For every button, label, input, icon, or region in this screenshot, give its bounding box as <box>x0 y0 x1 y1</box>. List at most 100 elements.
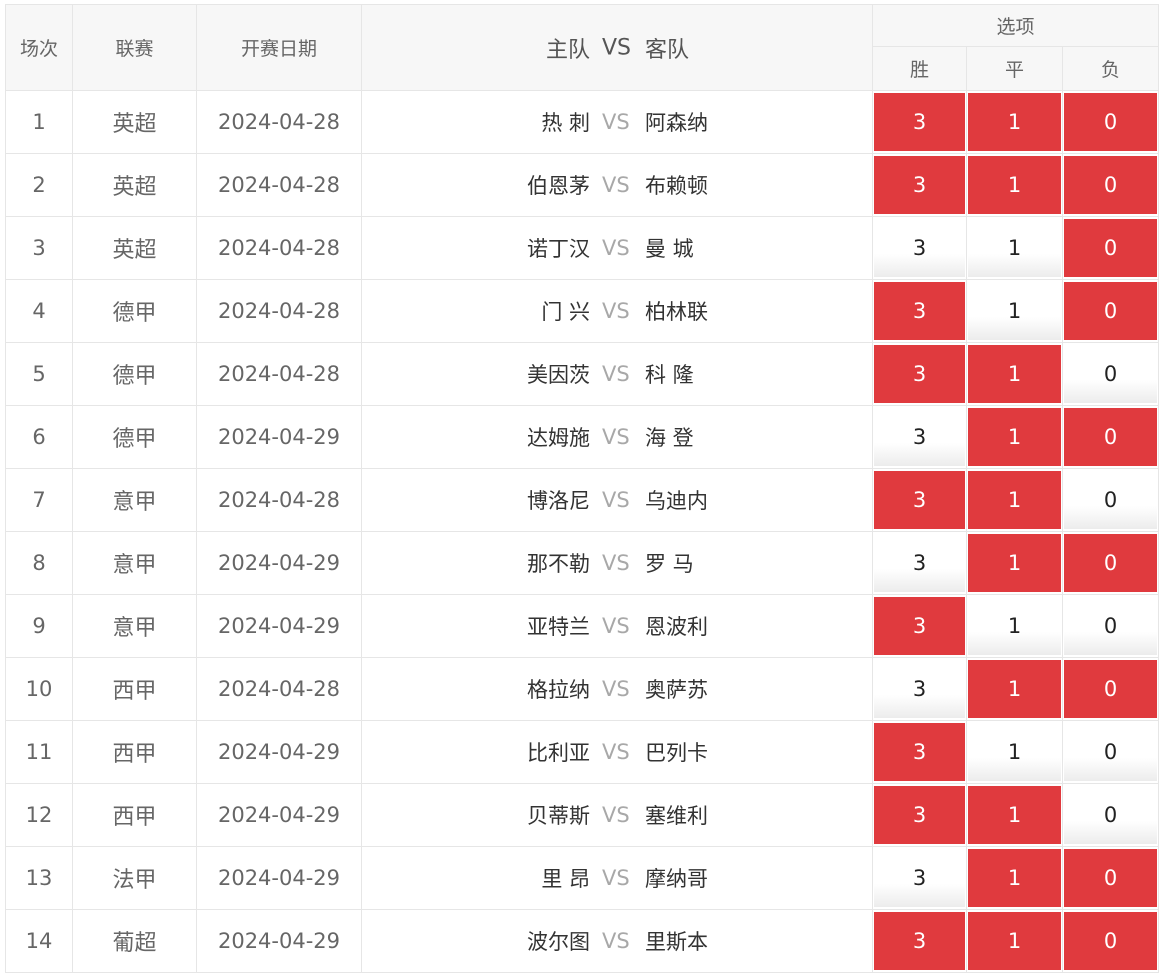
win-option-button[interactable]: 3 <box>874 660 965 718</box>
option-cell: 3 <box>872 468 967 532</box>
win-option-button[interactable]: 3 <box>874 849 965 907</box>
draw-option-button[interactable]: 1 <box>968 93 1061 151</box>
option-cell: 3 <box>872 279 967 343</box>
lose-option-button[interactable]: 0 <box>1064 849 1158 907</box>
lose-option-button[interactable]: 0 <box>1064 912 1158 970</box>
match-row: 12 西甲 2024-04-29 贝蒂斯 VS 塞维利 3 1 0 <box>5 783 1160 847</box>
round-number: 10 <box>5 657 73 721</box>
round-number: 7 <box>5 468 73 532</box>
away-team: 摩纳哥 <box>645 867 708 891</box>
option-cell: 0 <box>1061 279 1160 343</box>
match-row: 1 英超 2024-04-28 热 刺 VS 阿森纳 3 1 0 <box>5 90 1160 154</box>
option-cell: 0 <box>1061 216 1160 280</box>
lose-option-button[interactable]: 0 <box>1064 408 1158 466</box>
league-name: 葡超 <box>72 909 197 973</box>
league-name: 德甲 <box>72 405 197 469</box>
home-team: 诺丁汉 <box>527 237 590 261</box>
vs-label: VS <box>602 803 630 827</box>
match-row: 6 德甲 2024-04-29 达姆施 VS 海 登 310 <box>5 405 1160 469</box>
option-cell: 1 <box>966 909 1063 973</box>
away-team-header: 客队 <box>645 37 690 63</box>
option-cell: 0 <box>1061 846 1160 910</box>
draw-option-button[interactable]: 1 <box>968 660 1061 718</box>
league-name: 法甲 <box>72 846 197 910</box>
win-option-button[interactable]: 3 <box>874 723 965 781</box>
match-date: 2024-04-28 <box>196 468 362 532</box>
draw-option-button[interactable]: 1 <box>968 597 1061 655</box>
win-option-button[interactable]: 3 <box>874 282 965 340</box>
home-team-header: 主队 <box>545 37 590 63</box>
win-option-button[interactable]: 3 <box>874 534 965 592</box>
match-date: 2024-04-29 <box>196 783 362 847</box>
draw-option-button[interactable]: 1 <box>968 471 1061 529</box>
draw-option-button[interactable]: 1 <box>968 723 1061 781</box>
match-date: 2024-04-29 <box>196 846 362 910</box>
lose-option-button[interactable]: 0 <box>1064 282 1158 340</box>
league-name: 德甲 <box>72 342 197 406</box>
lose-option-button[interactable]: 0 <box>1064 534 1158 592</box>
option-cell: 1 <box>966 279 1063 343</box>
win-option-button[interactable]: 3 <box>874 786 965 844</box>
draw-option-button[interactable]: 1 <box>968 786 1061 844</box>
option-cell: 1 <box>966 720 1063 784</box>
option-cell: 1 <box>966 594 1063 658</box>
win-option-button[interactable]: 3 <box>874 912 965 970</box>
match-table: 场次 联赛 开赛日期 主队 VS 客队 选项 胜 平 负 1 英超 2024-04-… <box>5 4 1160 973</box>
home-team: 亚特兰 <box>527 615 590 639</box>
draw-option-button[interactable]: 1 <box>968 219 1061 277</box>
draw-option-button[interactable]: 1 <box>968 345 1061 403</box>
option-cell: 1 <box>966 90 1063 154</box>
home-team: 美因茨 <box>527 363 590 387</box>
option-cell: 0 <box>1061 468 1160 532</box>
away-team: 布赖顿 <box>645 174 708 198</box>
lose-option-button[interactable]: 0 <box>1064 723 1158 781</box>
lose-option-button[interactable]: 0 <box>1064 660 1158 718</box>
home-team: 博洛尼 <box>527 489 590 513</box>
lose-option-button[interactable]: 0 <box>1064 93 1158 151</box>
win-option-button[interactable]: 3 <box>874 471 965 529</box>
win-option-button[interactable]: 3 <box>874 345 965 403</box>
option-cell: 1 <box>966 657 1063 721</box>
draw-option-button[interactable]: 1 <box>968 156 1061 214</box>
away-team: 曼 城 <box>645 237 694 261</box>
date-header: 开赛日期 <box>196 4 362 91</box>
lose-option-button[interactable]: 0 <box>1064 219 1158 277</box>
vs-label: VS <box>602 110 630 134</box>
option-cell: 3 <box>872 594 967 658</box>
round-number: 9 <box>5 594 73 658</box>
teams-cell: 贝蒂斯 VS 塞维利 <box>361 783 873 847</box>
league-name: 英超 <box>72 90 197 154</box>
option-cell: 3 <box>872 909 967 973</box>
lose-option-button[interactable]: 0 <box>1064 156 1158 214</box>
option-cell: 0 <box>1061 531 1160 595</box>
vs-header: VS <box>602 35 632 60</box>
win-option-button[interactable]: 3 <box>874 156 965 214</box>
match-table-container: 场次 联赛 开赛日期 主队 VS 客队 选项 胜 平 负 1 英超 2024-04-… <box>5 4 1160 973</box>
win-option-button[interactable]: 3 <box>874 597 965 655</box>
option-cell: 0 <box>1061 720 1160 784</box>
match-date: 2024-04-29 <box>196 405 362 469</box>
round-number: 13 <box>5 846 73 910</box>
lose-option-button[interactable]: 0 <box>1064 597 1158 655</box>
win-option-button[interactable]: 3 <box>874 219 965 277</box>
draw-option-button[interactable]: 1 <box>968 408 1061 466</box>
lose-option-button[interactable]: 0 <box>1064 345 1158 403</box>
options-header: 选项 <box>871 4 1160 47</box>
vs-label: VS <box>602 929 630 953</box>
draw-option-button[interactable]: 1 <box>968 534 1061 592</box>
home-team: 那不勒 <box>527 552 590 576</box>
away-team: 柏林联 <box>645 300 708 324</box>
lose-option-button[interactable]: 0 <box>1064 471 1158 529</box>
win-option-button[interactable]: 3 <box>874 408 965 466</box>
win-option-button[interactable]: 3 <box>874 93 965 151</box>
draw-option-button[interactable]: 1 <box>968 282 1061 340</box>
option-cell: 1 <box>966 405 1063 469</box>
draw-option-button[interactable]: 1 <box>968 912 1061 970</box>
draw-option-button[interactable]: 1 <box>968 849 1061 907</box>
lose-option-button[interactable]: 0 <box>1064 786 1158 844</box>
round-number: 14 <box>5 909 73 973</box>
option-cell: 0 <box>1061 342 1160 406</box>
match-date: 2024-04-28 <box>196 90 362 154</box>
away-team: 科 隆 <box>645 363 694 387</box>
option-cell: 3 <box>872 216 967 280</box>
